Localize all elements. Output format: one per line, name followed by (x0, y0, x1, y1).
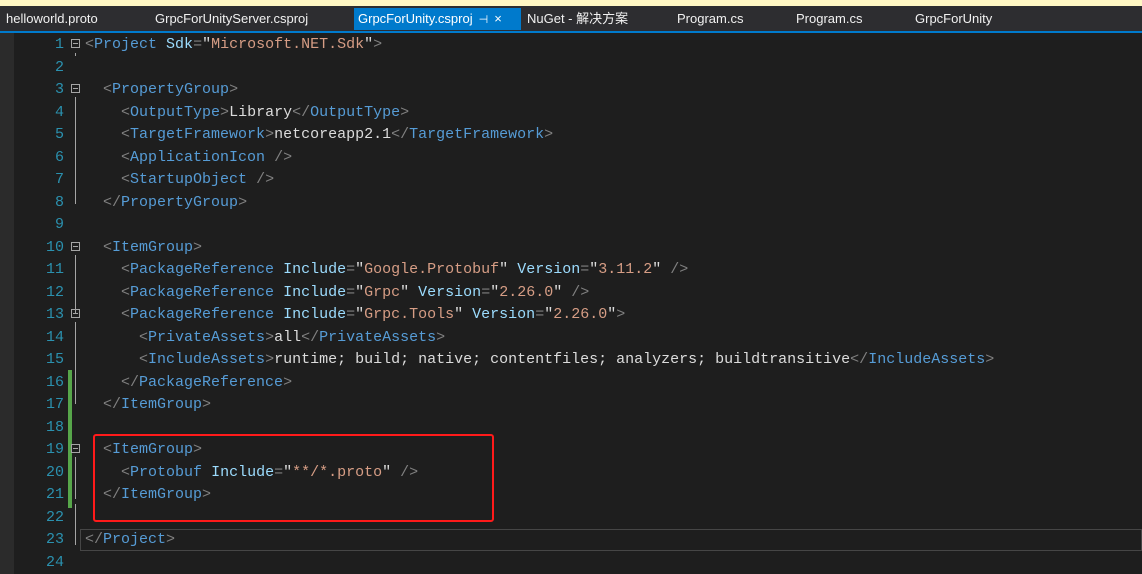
tab-nuget-solution[interactable]: NuGet - 解决方案 (523, 8, 632, 30)
line-number: 4 (54, 103, 64, 121)
code-line: 1 <Project Sdk="Microsoft.NET.Sdk"> (0, 34, 1142, 57)
tab-label: GrpcForUnity (915, 11, 993, 26)
code-line: 23 </Project> (0, 529, 1142, 552)
line-number: 21 (45, 486, 64, 503)
close-icon[interactable]: × (494, 11, 502, 26)
code-text: <PrivateAssets>all</PrivateAssets> (139, 328, 446, 346)
code-text: </PropertyGroup> (103, 193, 248, 211)
line-number: 2 (54, 58, 64, 76)
code-text: <ApplicationIcon /> (121, 148, 293, 166)
code-line: 7 <StartupObject /> (0, 169, 1142, 192)
code-line: 9 (0, 214, 1142, 237)
code-text: <IncludeAssets>runtime; build; native; c… (139, 351, 995, 368)
line-number: 14 (45, 328, 64, 346)
line-number: 9 (54, 216, 64, 233)
code-text: <StartupObject /> (121, 171, 275, 188)
fold-collapse-icon[interactable] (71, 84, 80, 93)
code-text: <PackageReference Include="Grpc" Version… (121, 283, 590, 301)
code-line: 10 <ItemGroup> (0, 237, 1142, 260)
code-line: 5 <TargetFramework>netcoreapp2.1</Target… (0, 124, 1142, 147)
code-line: 24 (0, 552, 1142, 574)
code-text: <ItemGroup> (103, 238, 203, 256)
line-number: 13 (45, 306, 64, 323)
line-number: 7 (54, 171, 64, 188)
tab-grpcforunityserver-csproj[interactable]: GrpcForUnityServer.csproj (151, 8, 312, 30)
code-line: 16 </PackageReference> (0, 372, 1142, 395)
tab-label: GrpcForUnity.csproj (358, 11, 473, 26)
tab-program-cs-2[interactable]: Program.cs (792, 8, 866, 30)
tab-program-cs-1[interactable]: Program.cs (673, 8, 747, 30)
tab-label: GrpcForUnityServer.csproj (155, 11, 309, 26)
line-number: 8 (54, 193, 64, 211)
code-line: 12 <PackageReference Include="Grpc" Vers… (0, 282, 1142, 305)
tab-label: Program.cs (677, 11, 744, 26)
line-number: 3 (54, 81, 64, 98)
code-editor[interactable]: 1 <Project Sdk="Microsoft.NET.Sdk"> 2 3 … (0, 33, 1142, 574)
tab-grpcforunity-csproj[interactable]: GrpcForUnity.csproj ⊣ × (354, 8, 521, 30)
tab-label: helloworld.proto (6, 11, 98, 26)
line-number: 16 (45, 373, 64, 391)
code-text: <PackageReference Include="Google.Protob… (121, 261, 689, 278)
code-line: 17 </ItemGroup> (0, 394, 1142, 417)
line-number: 23 (45, 531, 64, 548)
code-text: </ItemGroup> (103, 396, 212, 413)
line-number: 18 (45, 418, 64, 436)
code-text: <PropertyGroup> (103, 81, 239, 98)
fold-collapse-icon[interactable] (71, 444, 80, 453)
line-number: 24 (45, 553, 64, 571)
line-number: 20 (45, 463, 64, 481)
code-text: </Project> (85, 531, 176, 548)
code-text: <PackageReference Include="Grpc.Tools" V… (121, 306, 626, 323)
line-number: 12 (45, 283, 64, 301)
line-number: 5 (54, 126, 64, 143)
fold-collapse-icon[interactable] (71, 309, 80, 318)
fold-collapse-icon[interactable] (71, 39, 80, 48)
annotation-highlight-box (93, 434, 494, 522)
code-line: 14 <PrivateAssets>all</PrivateAssets> (0, 327, 1142, 350)
code-line: 6 <ApplicationIcon /> (0, 147, 1142, 170)
tab-grpcforunity[interactable]: GrpcForUnity (911, 8, 996, 30)
tab-helloworld-proto[interactable]: helloworld.proto (2, 8, 102, 30)
tab-label: NuGet - 解决方案 (527, 11, 629, 26)
document-tab-bar: helloworld.proto GrpcForUnityServer.cspr… (0, 6, 1142, 33)
code-line: 2 (0, 57, 1142, 80)
code-line: 8 </PropertyGroup> (0, 192, 1142, 215)
fold-collapse-icon[interactable] (71, 241, 80, 251)
pin-icon[interactable]: ⊣ (479, 14, 489, 26)
line-number: 17 (45, 396, 64, 413)
code-line: 4 <OutputType>Library</OutputType> (0, 102, 1142, 125)
line-number: 15 (45, 351, 64, 368)
code-line: 3 <PropertyGroup> (0, 79, 1142, 102)
line-number: 22 (45, 508, 64, 526)
code-line: 13 <PackageReference Include="Grpc.Tools… (0, 304, 1142, 327)
line-number: 10 (45, 238, 64, 256)
tab-label: Program.cs (796, 11, 863, 26)
code-line: 15 <IncludeAssets>runtime; build; native… (0, 349, 1142, 372)
line-number: 19 (45, 441, 64, 458)
code-text: <OutputType>Library</OutputType> (121, 103, 410, 121)
code-text: </PackageReference> (121, 373, 293, 391)
code-text: <Project Sdk="Microsoft.NET.Sdk"> (85, 36, 383, 53)
code-text: <TargetFramework>netcoreapp2.1</TargetFr… (121, 126, 554, 143)
line-number: 6 (54, 148, 64, 166)
line-number: 11 (45, 261, 64, 278)
code-line: 11 <PackageReference Include="Google.Pro… (0, 259, 1142, 282)
line-number: 1 (54, 36, 64, 53)
